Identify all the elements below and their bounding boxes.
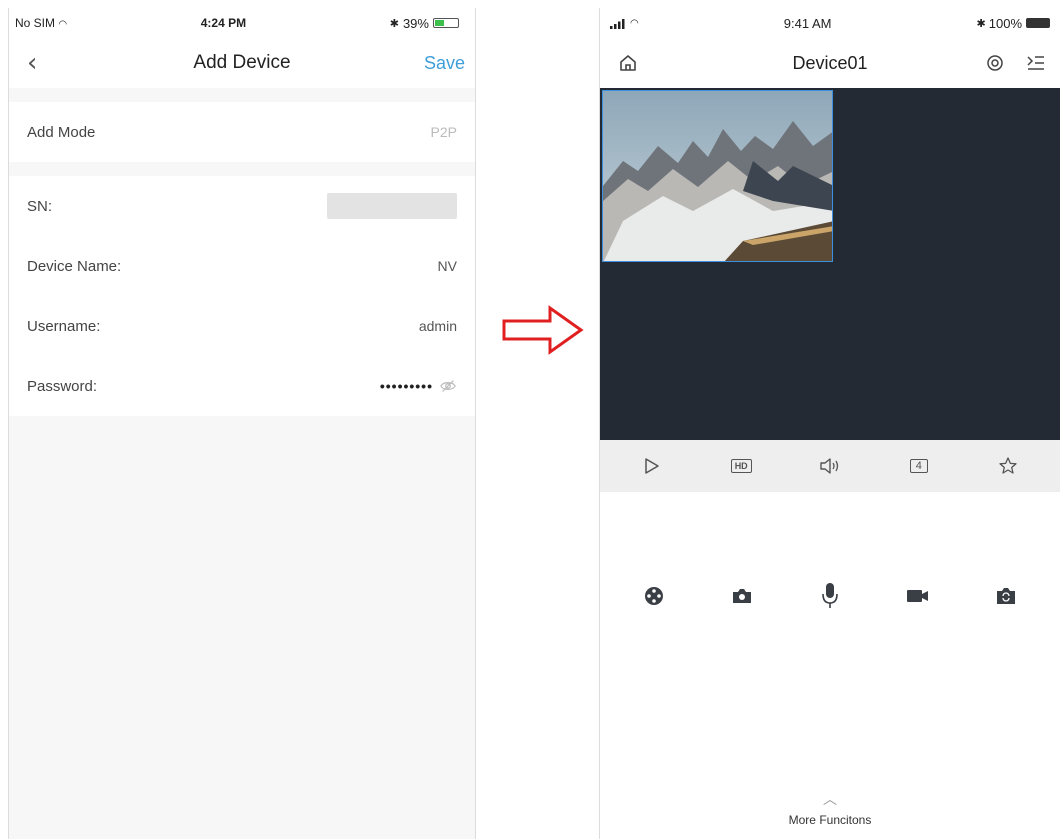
favorite-star-icon[interactable] (988, 446, 1028, 486)
record-video-icon[interactable] (898, 576, 938, 616)
battery-percent: 100% (988, 15, 1022, 31)
sn-row: SN: (9, 176, 475, 236)
hd-icon[interactable]: HD (721, 446, 761, 486)
username-label: Username: (27, 317, 101, 335)
eye-hidden-icon[interactable] (439, 377, 457, 395)
live-view-screen: ◠ 9:41 AM ✱ 100% Device01 HD 4 ︿ More Fu… (599, 8, 1060, 839)
sn-input[interactable] (327, 193, 457, 219)
add-mode-value: P2P (430, 124, 457, 140)
switch-camera-icon[interactable] (986, 576, 1026, 616)
back-chevron-icon[interactable]: ‹ (27, 48, 67, 78)
status-bar: No SIM ◠ 4:24 PM ✱ 39% (9, 8, 475, 38)
settings-icon[interactable] (986, 54, 1004, 72)
signal-icon (610, 18, 625, 29)
sn-label: SN: (27, 197, 53, 215)
split-4-icon[interactable]: 4 (899, 446, 939, 486)
save-button[interactable]: Save (424, 53, 465, 74)
battery-percent: 39% (402, 15, 429, 31)
add-mode-label: Add Mode (27, 123, 96, 141)
battery-icon (432, 18, 459, 28)
password-row: Password: ••••••••• (9, 356, 475, 416)
chevron-up-icon: ︿ (823, 791, 837, 807)
device-list-icon[interactable] (1026, 54, 1046, 72)
split-4-label: 4 (909, 459, 928, 473)
wifi-icon: ◠ (58, 19, 68, 30)
device-fields-group: SN: Device Name: NV Username: admin Pass… (9, 176, 475, 416)
device-name-row: Device Name: NV (9, 236, 475, 296)
username-row: Username: admin (9, 296, 475, 356)
clock: 4:24 PM (200, 16, 247, 30)
microphone-icon[interactable] (810, 576, 850, 616)
video-area[interactable] (600, 88, 1060, 440)
right-arrow-icon (502, 305, 584, 355)
nav-bar: ‹ Add Device Save (9, 38, 475, 88)
device-name-label: Device Name: (27, 257, 122, 275)
battery-icon (1026, 18, 1050, 28)
ptz-icon[interactable] (634, 576, 674, 616)
page-title: Add Device (193, 52, 291, 73)
home-icon[interactable] (618, 53, 638, 73)
password-label: Password: (27, 377, 98, 395)
bluetooth-icon: ✱ (389, 17, 399, 30)
snapshot-camera-icon[interactable] (722, 576, 762, 616)
add-mode-row[interactable]: Add Mode P2P (9, 102, 475, 162)
nav-bar: Device01 (600, 38, 1060, 88)
password-input[interactable]: ••••••••• (380, 378, 433, 394)
bluetooth-icon: ✱ (976, 17, 986, 30)
add-device-screen: No SIM ◠ 4:24 PM ✱ 39% ‹ Add Device Save… (8, 8, 476, 839)
hd-label: HD (730, 459, 752, 473)
wifi-icon: ◠ (630, 17, 639, 29)
clock: 9:41 AM (783, 15, 832, 31)
camera-feed-thumbnail[interactable] (602, 90, 833, 262)
action-buttons (600, 576, 1060, 616)
playback-controls: HD 4 (600, 440, 1060, 492)
carrier-label: No SIM (15, 16, 56, 30)
device-name-input[interactable]: NV (438, 258, 457, 274)
play-icon[interactable] (632, 446, 672, 486)
volume-icon[interactable] (810, 446, 850, 486)
add-mode-group: Add Mode P2P (9, 102, 475, 162)
more-functions-label: More Funcitons (788, 813, 872, 827)
username-input[interactable]: admin (419, 318, 457, 334)
status-bar: ◠ 9:41 AM ✱ 100% (600, 8, 1060, 38)
more-functions-button[interactable]: ︿ More Funcitons (600, 789, 1060, 827)
